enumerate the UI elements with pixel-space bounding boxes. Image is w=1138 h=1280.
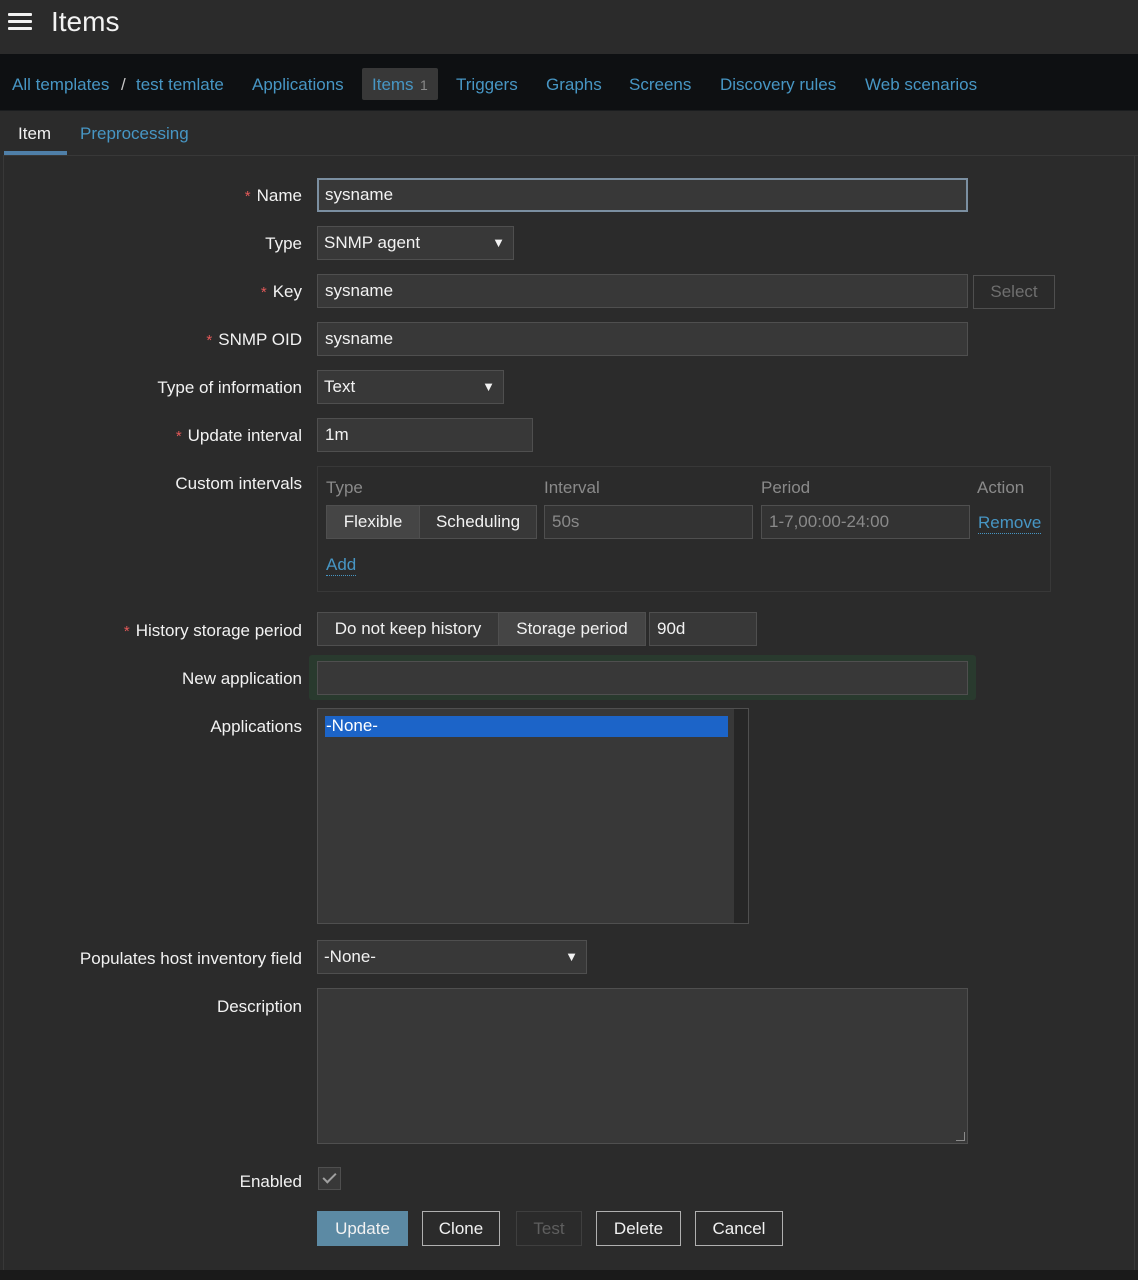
type-label: Type xyxy=(265,234,302,253)
page-title: Items xyxy=(51,6,120,37)
nav-web-scenarios-link[interactable]: Web scenarios xyxy=(865,75,977,95)
nav-discovery-rules-link[interactable]: Discovery rules xyxy=(720,75,836,95)
history-period-input[interactable]: 90d xyxy=(649,612,757,646)
type-select-value: SNMP agent xyxy=(324,233,421,252)
cancel-button[interactable]: Cancel xyxy=(695,1211,783,1246)
ci-interval-input[interactable]: 50s xyxy=(544,505,753,539)
chevron-down-icon: ▼ xyxy=(565,949,578,964)
applications-scrollbar[interactable] xyxy=(734,709,748,923)
new-application-input[interactable] xyxy=(317,661,968,695)
ci-col-interval: Interval xyxy=(544,478,600,497)
nav-items-tab[interactable]: Items 1 xyxy=(362,68,438,100)
tab-item[interactable]: Item xyxy=(18,124,51,144)
type-of-information-select[interactable]: Text ▼ xyxy=(317,370,504,404)
snmp-oid-input[interactable]: sysname xyxy=(317,322,968,356)
breadcrumb-nav: All templates / test temlate Application… xyxy=(0,54,1138,111)
chevron-down-icon: ▼ xyxy=(482,379,495,394)
form-tabs: Item Preprocessing xyxy=(3,111,1138,156)
custom-intervals-table: Type Interval Period Action Flexible Sch… xyxy=(317,466,1051,592)
test-button[interactable]: Test xyxy=(516,1211,582,1246)
description-label: Description xyxy=(216,997,302,1016)
ci-col-type: Type xyxy=(326,478,363,497)
key-select-button[interactable]: Select xyxy=(973,275,1055,309)
ci-col-period: Period xyxy=(761,478,811,497)
active-tab-indicator xyxy=(4,151,67,155)
enabled-label: Enabled xyxy=(239,1172,302,1191)
nav-graphs-link[interactable]: Graphs xyxy=(546,75,602,95)
tab-preprocessing[interactable]: Preprocessing xyxy=(80,124,189,144)
ci-period-input[interactable]: 1-7,00:00-24:00 xyxy=(761,505,970,539)
description-textarea[interactable] xyxy=(317,988,968,1144)
snmp-oid-label: * SNMP OID xyxy=(206,330,302,349)
nav-applications-link[interactable]: Applications xyxy=(252,75,344,95)
new-application-label: New application xyxy=(181,669,302,688)
page-header: Items xyxy=(0,0,1138,54)
type-select[interactable]: SNMP agent ▼ xyxy=(317,226,514,260)
type-of-information-value: Text xyxy=(324,377,356,396)
name-input[interactable]: sysname xyxy=(317,178,968,212)
hamburger-menu-icon[interactable] xyxy=(8,13,32,31)
delete-button[interactable]: Delete xyxy=(596,1211,681,1246)
update-interval-label: * Update interval xyxy=(175,426,302,445)
history-label: * History storage period xyxy=(123,621,302,640)
key-input[interactable]: sysname xyxy=(317,274,968,308)
ci-remove-link[interactable]: Remove xyxy=(978,513,1042,534)
nav-triggers-link[interactable]: Triggers xyxy=(456,75,518,95)
chevron-down-icon: ▼ xyxy=(492,235,505,250)
checkmark-icon xyxy=(322,1169,337,1184)
nav-items-count: 1 xyxy=(420,77,428,93)
history-no-keep-toggle[interactable]: Do not keep history xyxy=(317,612,499,646)
page-footer-bar xyxy=(0,1270,1138,1280)
scheduling-toggle[interactable]: Scheduling xyxy=(419,505,537,539)
ci-add-link[interactable]: Add xyxy=(326,555,357,576)
inventory-field-label: Populates host inventory field xyxy=(79,949,302,968)
custom-intervals-label: Custom intervals xyxy=(175,474,302,493)
breadcrumb-separator: / xyxy=(121,75,126,94)
applications-label: Applications xyxy=(210,717,302,736)
nav-template-link[interactable]: test temlate xyxy=(136,75,224,95)
resize-grip-icon[interactable] xyxy=(956,1132,965,1141)
update-interval-input[interactable]: 1m xyxy=(317,418,533,452)
name-label: * Name xyxy=(244,186,302,205)
inventory-field-select[interactable]: -None- ▼ xyxy=(317,940,587,974)
update-button[interactable]: Update xyxy=(317,1211,408,1246)
clone-button[interactable]: Clone xyxy=(422,1211,500,1246)
key-label: * Key xyxy=(260,282,302,301)
type-of-information-label: Type of information xyxy=(157,378,302,397)
nav-all-templates-link[interactable]: All templates xyxy=(12,75,109,95)
nav-screens-link[interactable]: Screens xyxy=(629,75,691,95)
ci-col-action: Action xyxy=(977,478,1025,497)
applications-listbox[interactable]: -None- xyxy=(317,708,749,924)
history-storage-period-toggle[interactable]: Storage period xyxy=(498,612,646,646)
application-option-none[interactable]: -None- xyxy=(325,716,728,737)
inventory-field-value: -None- xyxy=(324,947,376,966)
nav-items-label: Items xyxy=(372,75,414,94)
flexible-toggle[interactable]: Flexible xyxy=(326,505,420,539)
enabled-checkbox[interactable] xyxy=(318,1167,341,1190)
